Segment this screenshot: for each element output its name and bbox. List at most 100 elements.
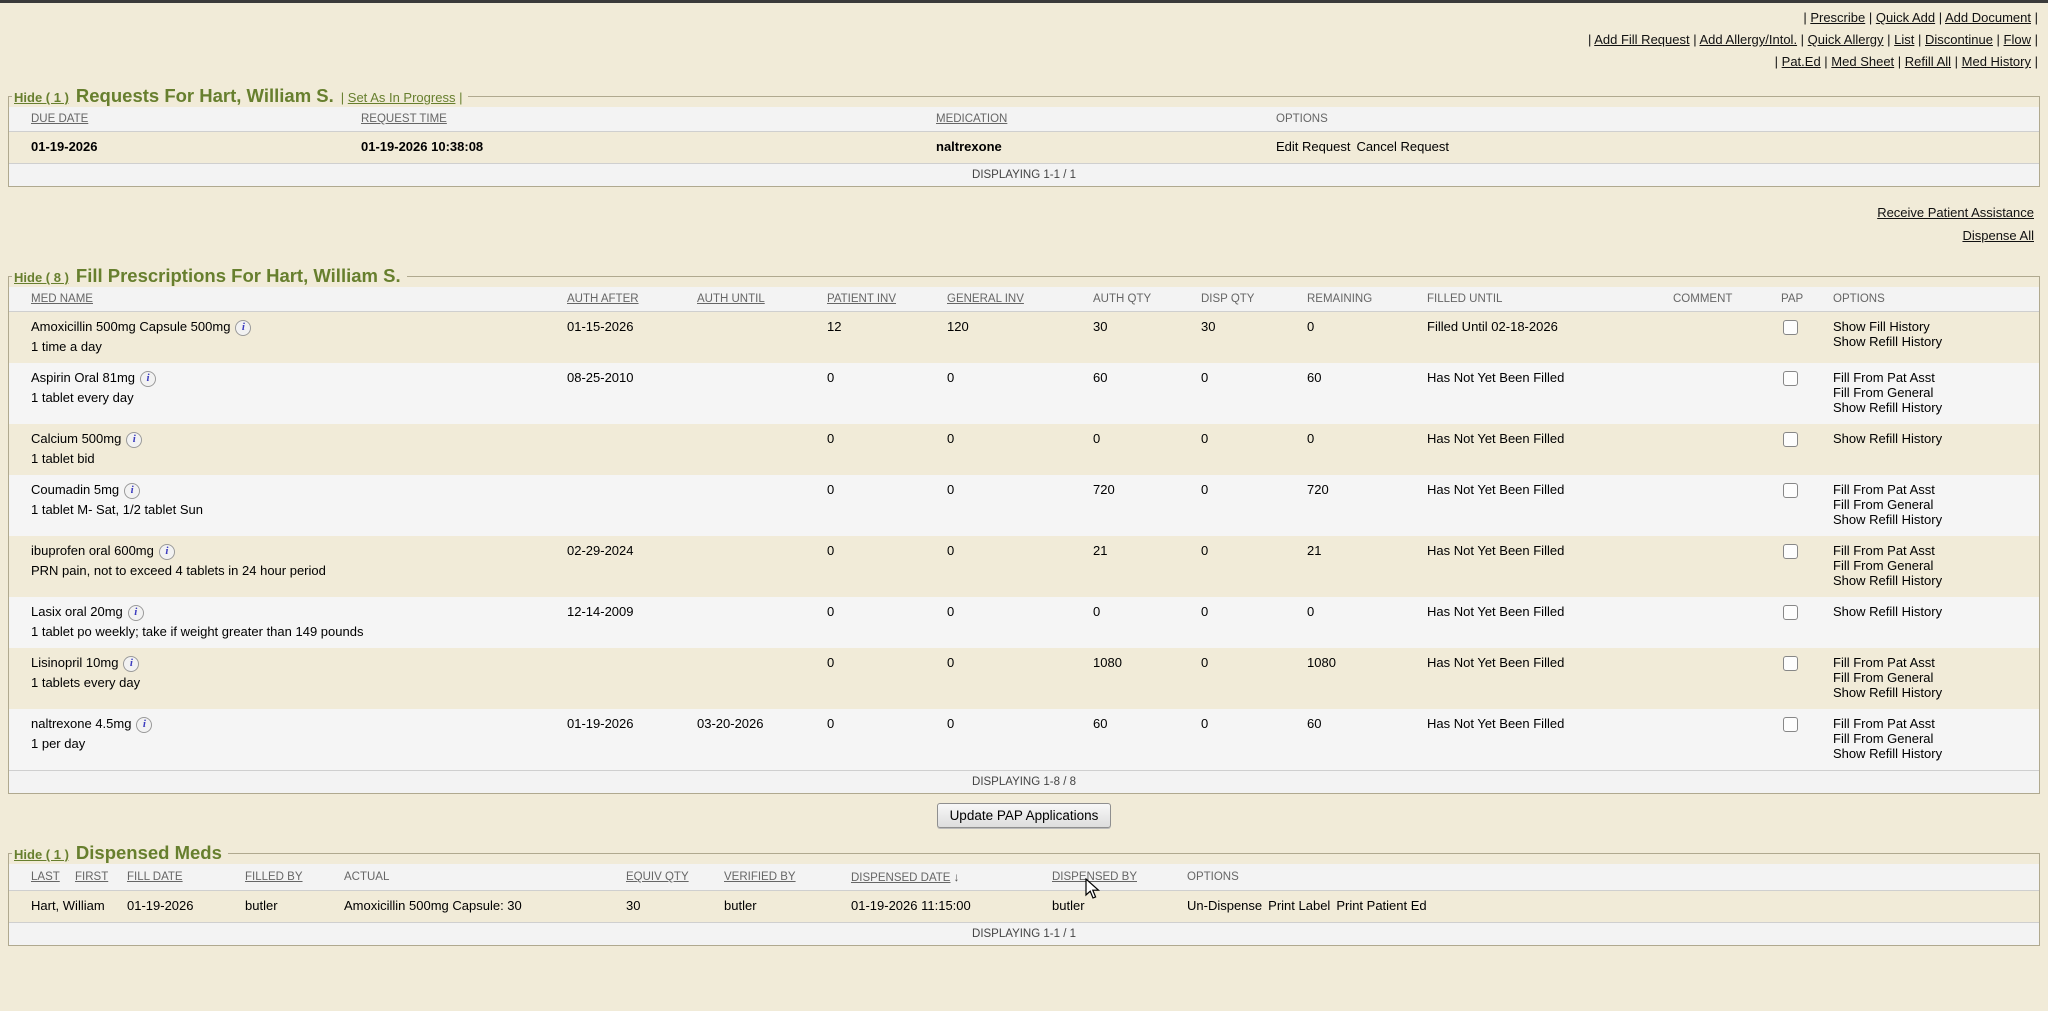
auth-until — [697, 597, 827, 648]
nav-link-med-history[interactable]: Med History — [1962, 54, 2038, 69]
pap-checkbox[interactable] — [1783, 320, 1798, 335]
dispensed-col-dispensed-by[interactable]: DISPENSED BY — [1052, 864, 1187, 891]
print-label-link[interactable]: Print Label — [1268, 898, 1330, 913]
dispensed-col-dispensed-date[interactable]: DISPENSED DATE↓ — [851, 864, 1052, 891]
pap-checkbox[interactable] — [1783, 371, 1798, 386]
dispensed-hide-link[interactable]: Hide ( 1 ) — [14, 847, 69, 862]
option-link[interactable]: Fill From General — [1833, 497, 2035, 512]
dispensed-col-equiv-qty[interactable]: EQUIV QTY — [626, 864, 724, 891]
option-link[interactable]: Show Refill History — [1833, 746, 2035, 761]
requests-hide-link[interactable]: Hide ( 1 ) — [14, 90, 69, 105]
nav-link-med-sheet[interactable]: Med Sheet — [1831, 54, 1904, 69]
option-link[interactable]: Fill From Pat Asst — [1833, 370, 2035, 385]
nav-link-add-fill-request[interactable]: Add Fill Request — [1594, 32, 1699, 47]
nav-link-add-document[interactable]: Add Document — [1945, 10, 2038, 25]
med-cell: Amoxicillin 500mg Capsule 500mgi 1 time … — [9, 312, 567, 364]
option-link[interactable]: Show Fill History — [1833, 319, 2035, 334]
option-link[interactable]: Fill From Pat Asst — [1833, 655, 2035, 670]
nav-link-label[interactable]: Add Document — [1945, 10, 2031, 25]
info-icon[interactable]: i — [235, 320, 251, 336]
nav-link-label[interactable]: List — [1894, 32, 1914, 47]
nav-link-quick-add[interactable]: Quick Add — [1876, 10, 1945, 25]
fill-col-general-inv[interactable]: GENERAL INV — [947, 287, 1093, 312]
nav-link-flow[interactable]: Flow — [2004, 32, 2038, 47]
info-icon[interactable]: i — [124, 483, 140, 499]
nav-link-refill-all[interactable]: Refill All — [1905, 54, 1962, 69]
dispensed-col-verified-by[interactable]: VERIFIED BY — [724, 864, 851, 891]
option-link[interactable]: Fill From Pat Asst — [1833, 482, 2035, 497]
pap-checkbox[interactable] — [1783, 717, 1798, 732]
nav-link-label[interactable]: Med Sheet — [1831, 54, 1894, 69]
nav-link-label[interactable]: Add Allergy/Intol. — [1700, 32, 1798, 47]
nav-link-label[interactable]: Flow — [2004, 32, 2031, 47]
pap-checkbox[interactable] — [1783, 483, 1798, 498]
option-link[interactable]: Show Refill History — [1833, 334, 2035, 349]
pap-checkbox[interactable] — [1783, 544, 1798, 559]
fill-col-med-name[interactable]: MED NAME — [9, 287, 567, 312]
receive-patient-assistance-link[interactable]: Receive Patient Assistance — [1877, 205, 2034, 220]
un-dispense-link[interactable]: Un-Dispense — [1187, 898, 1262, 913]
dispensed-col-first[interactable]: FIRST — [75, 864, 127, 891]
auth-qty: 30 — [1093, 312, 1201, 364]
dispensed-col-fill-date[interactable]: FILL DATE — [127, 864, 245, 891]
option-link[interactable]: Fill From General — [1833, 670, 2035, 685]
option-link[interactable]: Show Refill History — [1833, 431, 2035, 446]
dispensed-col-filled-by[interactable]: FILLED BY — [245, 864, 344, 891]
option-link[interactable]: Show Refill History — [1833, 604, 2035, 619]
nav-link-label[interactable]: Refill All — [1905, 54, 1951, 69]
dispense-all-link[interactable]: Dispense All — [1962, 228, 2034, 243]
nav-link-label[interactable]: Quick Add — [1876, 10, 1935, 25]
pap-checkbox[interactable] — [1783, 432, 1798, 447]
nav-link-add-allergy-intol[interactable]: Add Allergy/Intol. — [1700, 32, 1808, 47]
fill-col-auth-until[interactable]: AUTH UNTIL — [697, 287, 827, 312]
remaining: 0 — [1307, 597, 1427, 648]
nav-link-label[interactable]: Med History — [1962, 54, 2031, 69]
nav-link-label[interactable]: Prescribe — [1810, 10, 1865, 25]
info-icon[interactable]: i — [128, 605, 144, 621]
fill-hide-link[interactable]: Hide ( 8 ) — [14, 270, 69, 285]
fill-col-patient-inv[interactable]: PATIENT INV — [827, 287, 947, 312]
pap-cell — [1781, 597, 1833, 648]
nav-link-quick-allergy[interactable]: Quick Allergy — [1808, 32, 1894, 47]
filled-until: Filled Until 02-18-2026 — [1427, 312, 1673, 364]
nav-link-prescribe[interactable]: Prescribe — [1810, 10, 1876, 25]
requests-col-request-time[interactable]: REQUEST TIME — [361, 107, 936, 132]
med-cell: Lisinopril 10mgi 1 tablets every day — [9, 648, 567, 709]
option-link[interactable]: Fill From Pat Asst — [1833, 543, 2035, 558]
fill-col-auth-after[interactable]: AUTH AFTER — [567, 287, 697, 312]
nav-link-label[interactable]: Discontinue — [1925, 32, 1993, 47]
info-icon[interactable]: i — [123, 656, 139, 672]
update-pap-applications-button[interactable]: Update PAP Applications — [937, 803, 1112, 828]
option-link[interactable]: Fill From General — [1833, 731, 2035, 746]
option-link[interactable]: Fill From Pat Asst — [1833, 716, 2035, 731]
option-link[interactable]: Show Refill History — [1833, 512, 2035, 527]
info-icon[interactable]: i — [159, 544, 175, 560]
edit-request-link[interactable]: Edit Request — [1276, 139, 1350, 154]
info-icon[interactable]: i — [140, 371, 156, 387]
patient-inv: 12 — [827, 312, 947, 364]
pap-checkbox[interactable] — [1783, 656, 1798, 671]
nav-link-label[interactable]: Add Fill Request — [1594, 32, 1689, 47]
option-link[interactable]: Fill From General — [1833, 558, 2035, 573]
nav-link-label[interactable]: Quick Allergy — [1808, 32, 1884, 47]
option-link[interactable]: Fill From General — [1833, 385, 2035, 400]
info-icon[interactable]: i — [136, 717, 152, 733]
set-as-in-progress-link[interactable]: Set As In Progress — [348, 90, 456, 105]
option-link[interactable]: Show Refill History — [1833, 573, 2035, 588]
dispensed-col-last[interactable]: LAST — [9, 864, 75, 891]
requests-col-medication[interactable]: MEDICATION — [936, 107, 1276, 132]
nav-link-discontinue[interactable]: Discontinue — [1925, 32, 2004, 47]
general-inv: 0 — [947, 475, 1093, 536]
requests-col-due-date[interactable]: DUE DATE — [9, 107, 361, 132]
pap-checkbox[interactable] — [1783, 605, 1798, 620]
cancel-request-link[interactable]: Cancel Request — [1356, 139, 1449, 154]
options-cell: Fill From Pat Asst Fill From General Sho… — [1833, 363, 2039, 424]
option-link[interactable]: Show Refill History — [1833, 400, 2035, 415]
print-patient-ed-link[interactable]: Print Patient Ed — [1336, 898, 1426, 913]
fill-row: Lasix oral 20mgi 1 tablet po weekly; tak… — [9, 597, 2039, 648]
nav-link-list[interactable]: List — [1894, 32, 1925, 47]
option-link[interactable]: Show Refill History — [1833, 685, 2035, 700]
nav-link-pat-ed[interactable]: Pat.Ed — [1782, 54, 1832, 69]
info-icon[interactable]: i — [126, 432, 142, 448]
nav-link-label[interactable]: Pat.Ed — [1782, 54, 1821, 69]
